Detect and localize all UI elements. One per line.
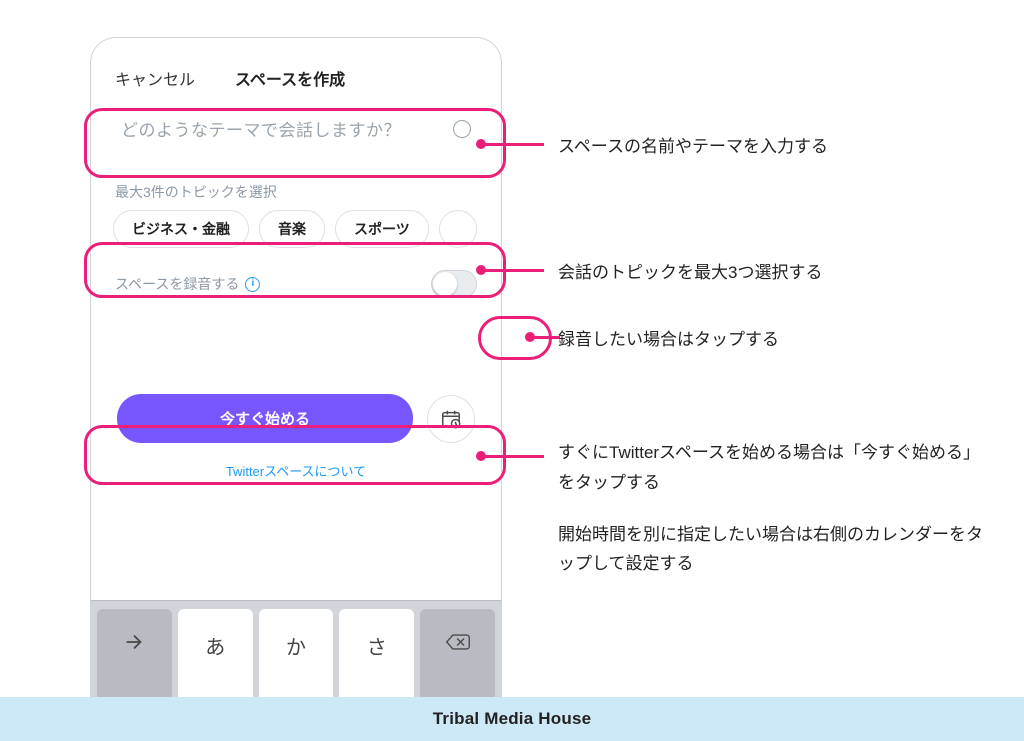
topic-section-label: 最大3件のトピックを選択 [115, 182, 477, 202]
highlight-1 [84, 108, 506, 178]
modal-title: スペースを作成 [235, 66, 345, 90]
callout-4b: 開始時間を別に指定したい場合は右側のカレンダーをタップして設定する [558, 520, 988, 580]
modal-header: キャンセル スペースを作成 [91, 38, 501, 108]
callout-4: すぐにTwitterスペースを始める場合は「今すぐ始める」をタップする 開始時間… [558, 438, 988, 579]
highlight-4 [84, 425, 506, 485]
lead-line-2 [481, 269, 544, 272]
lead-line-1 [481, 143, 544, 146]
key-a[interactable]: あ [178, 609, 253, 697]
callout-4a: すぐにTwitterスペースを始める場合は「今すぐ始める」をタップする [558, 438, 988, 498]
cancel-button[interactable]: キャンセル [115, 66, 195, 90]
footer-brand: Tribal Media House [0, 697, 1024, 741]
keyboard: あ か さ [91, 600, 501, 697]
key-sa[interactable]: さ [339, 609, 414, 697]
lead-line-4 [481, 455, 544, 458]
key-backspace[interactable] [420, 609, 495, 697]
highlight-2 [84, 242, 506, 298]
callout-1: スペースの名前やテーマを入力する [558, 132, 828, 162]
key-arrow[interactable] [97, 609, 172, 697]
key-ka[interactable]: か [259, 609, 334, 697]
lead-line-3 [530, 336, 560, 339]
backspace-icon [445, 631, 471, 653]
chevron-right-icon [123, 631, 145, 653]
callout-3: 録音したい場合はタップする [558, 325, 779, 355]
callout-2: 会話のトピックを最大3つ選択する [558, 258, 822, 288]
